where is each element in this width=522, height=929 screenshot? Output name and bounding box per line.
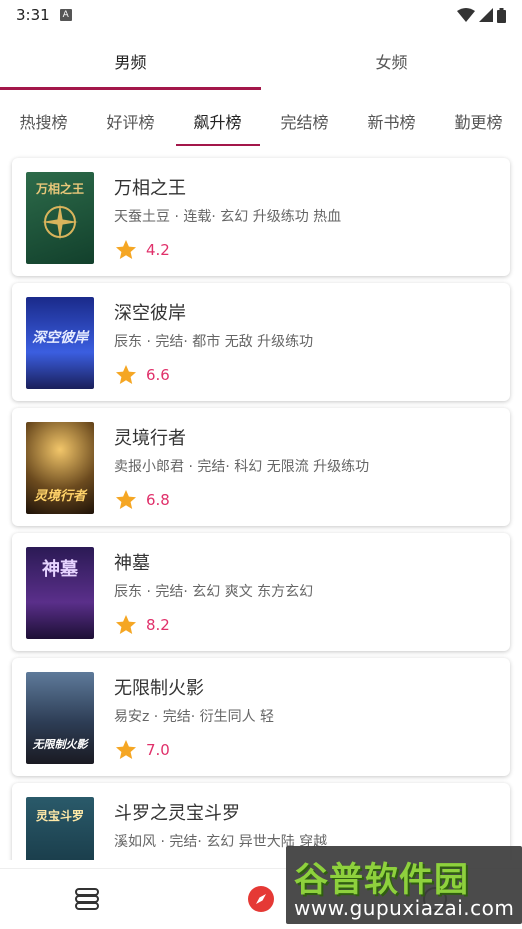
bookshelf-nav-button[interactable] [72,884,102,914]
notification-icon: A [59,9,72,21]
gender-tabs: 男频 女频 [0,32,522,90]
tab-completed[interactable]: 完结榜 [263,96,347,146]
book-card[interactable]: 神墓 神墓 辰东 · 完结· 玄幻 爽文 东方玄幻 8.2 [12,533,510,651]
book-meta: 辰东 · 完结· 都市 无敌 升级练功 [114,334,314,350]
watermark-url: www.gupuxiazai.com [294,896,515,920]
battery-icon [497,7,506,23]
signal-icon [479,8,493,22]
status-time: 3:31 [16,6,50,24]
book-meta: 天蚕土豆 · 连载· 玄幻 升级练功 热血 [114,209,342,225]
star-icon [116,490,136,509]
tab-good-reviews[interactable]: 好评榜 [89,96,173,146]
book-rating: 4.2 [114,238,170,262]
book-cover[interactable]: 灵宝斗罗 [26,797,94,860]
book-title: 万相之王 [114,178,186,199]
cover-title: 神墓 [42,559,78,580]
discover-nav-button[interactable] [246,884,276,914]
rank-tabs: 热搜榜 好评榜 飙升榜 完结榜 新书榜 勤更榜 [0,96,522,146]
book-title: 深空彼岸 [114,303,186,324]
star-icon [116,615,136,634]
wifi-icon [457,8,475,22]
book-card[interactable]: 深空彼岸 深空彼岸 辰东 · 完结· 都市 无敌 升级练功 6.6 [12,283,510,401]
status-left: 3:31 A [16,6,72,24]
book-card[interactable]: 万相之王 万相之王 天蚕土豆 · 连载· 玄幻 升级练功 热血 4.2 [12,158,510,276]
book-card[interactable]: 无限制火影 无限制火影 易安z · 完结· 衍生同人 轻 7.0 [12,658,510,776]
book-meta: 卖报小郎君 · 完结· 科幻 无限流 升级练功 [114,459,370,475]
book-rating: 6.6 [114,363,170,387]
book-cover[interactable]: 无限制火影 [26,672,94,764]
status-right [457,7,506,23]
book-title: 灵境行者 [114,428,186,449]
book-score: 7.0 [146,741,170,759]
cover-title: 万相之王 [35,182,84,196]
book-cover[interactable]: 神墓 [26,547,94,639]
book-list: 万相之王 万相之王 天蚕土豆 · 连载· 玄幻 升级练功 热血 4.2 深空彼岸… [0,150,522,860]
book-score: 4.2 [146,241,170,259]
star-icon [116,240,136,259]
book-score: 6.6 [146,366,170,384]
book-meta: 辰东 · 完结· 玄幻 爽文 东方玄幻 [114,584,314,600]
book-cover[interactable]: 万相之王 [26,172,94,264]
book-score: 6.8 [146,491,170,509]
book-card[interactable]: 灵境行者 灵境行者 卖报小郎君 · 完结· 科幻 无限流 升级练功 6.8 [12,408,510,526]
book-score: 8.2 [146,616,170,634]
cover-title: 灵宝斗罗 [35,809,84,823]
book-cover[interactable]: 深空彼岸 [26,297,94,389]
book-meta: 易安z · 完结· 衍生同人 轻 [114,709,275,725]
book-rating: 8.2 [114,613,170,637]
book-cover[interactable]: 灵境行者 [26,422,94,514]
tab-hot-search[interactable]: 热搜榜 [2,96,86,146]
tab-new-books[interactable]: 新书榜 [350,96,434,146]
star-icon [116,365,136,384]
book-rating: 7.0 [114,738,170,762]
tab-rising[interactable]: 飙升榜 [175,96,260,146]
cover-title: 灵境行者 [33,489,86,504]
compass-icon [248,886,274,912]
book-title: 无限制火影 [114,678,204,699]
tab-female[interactable]: 女频 [261,32,522,90]
book-rating: 6.8 [114,488,170,512]
watermark-brand: 谷普软件园 [294,860,469,900]
cover-title: 无限制火影 [32,738,88,751]
status-bar: 3:31 A [0,0,522,30]
tab-male[interactable]: 男频 [0,32,261,90]
book-title: 斗罗之灵宝斗罗 [114,803,240,824]
star-icon [116,740,136,759]
book-title: 神墓 [114,553,150,574]
watermark: 谷普软件园 www.gupuxiazai.com [286,846,522,924]
compass-emblem-icon [42,204,78,240]
stack-icon [75,888,99,910]
tab-frequent-updates[interactable]: 勤更榜 [437,96,521,146]
cover-title: 深空彼岸 [32,330,88,346]
